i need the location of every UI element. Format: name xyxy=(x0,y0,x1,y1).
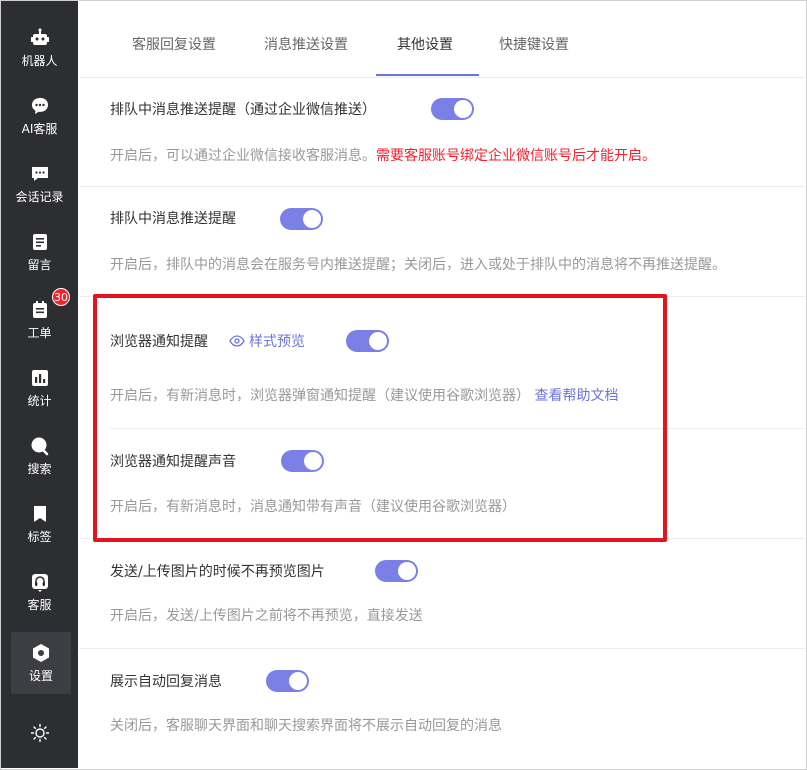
no-preview-image-desc: 开启后，发送/上传图片之前将不再预览，直接发送 xyxy=(110,608,423,624)
sidebar-item-notes[interactable]: 留言 xyxy=(1,221,78,283)
sidebar-item-label: 设置 xyxy=(28,668,53,683)
sidebar-item-tags[interactable]: 标签 xyxy=(1,493,78,555)
headset-icon xyxy=(30,572,50,592)
browser-notify-title: 浏览器通知提醒 xyxy=(110,334,208,350)
show-auto-reply-desc: 关闭后，客服聊天界面和聊天搜索界面将不展示自动回复的消息 xyxy=(110,718,502,734)
sidebar-item-records[interactable]: 会话记录 xyxy=(1,153,78,215)
sidebar-item-ai[interactable]: AI客服 xyxy=(1,85,78,147)
queue-push-title: 排队中消息推送提醒 xyxy=(110,211,236,227)
style-preview-label: 样式预览 xyxy=(249,334,305,350)
queue-wechat-title: 排队中消息推送提醒（通过企业微信推送） xyxy=(110,102,376,118)
search-icon xyxy=(30,436,50,456)
sidebar-item-label: 标签 xyxy=(27,529,52,544)
sun-icon[interactable] xyxy=(30,723,50,743)
queue-wechat-desc: 开启后，可以通过企业微信接收客服消息。需要客服账号绑定企业微信账号后才能开启。 xyxy=(110,145,656,165)
divider xyxy=(110,428,805,429)
no-preview-image-title: 发送/上传图片的时候不再预览图片 xyxy=(110,564,325,580)
help-doc-link[interactable]: 查看帮助文档 xyxy=(534,388,618,404)
ticket-icon xyxy=(30,300,50,320)
sidebar-item-label: 会话记录 xyxy=(15,189,64,204)
show-auto-reply-title: 展示自动回复消息 xyxy=(110,674,222,690)
sidebar-item-search[interactable]: 搜索 xyxy=(1,425,78,487)
queue-push-desc: 开启后，排队中的消息会在服务号内推送提醒；关闭后，进入或处于排队中的消息将不再推… xyxy=(110,257,726,273)
sidebar-item-label: 留言 xyxy=(27,257,52,272)
sidebar-item-stats[interactable]: 统计 xyxy=(1,357,78,419)
chat-bubble-icon xyxy=(30,96,50,116)
bookmark-icon xyxy=(30,504,50,524)
divider xyxy=(79,648,805,649)
no-preview-image-switch[interactable] xyxy=(375,560,418,582)
sidebar-item-label: AI客服 xyxy=(21,121,58,136)
divider xyxy=(79,538,805,539)
sidebar: 机器人 AI客服 会话记录 留言 30 工单 统计 搜索 标签 客服 设置 xyxy=(1,1,78,768)
eye-icon xyxy=(229,335,245,347)
show-auto-reply-switch[interactable] xyxy=(266,670,309,692)
queue-wechat-warning: 需要客服账号绑定企业微信账号后才能开启。 xyxy=(376,148,656,164)
browser-notify-desc-text: 开启后，有新消息时，浏览器弹窗通知提醒（建议使用谷歌浏览器） xyxy=(110,388,530,404)
note-icon xyxy=(30,232,50,252)
sidebar-item-label: 工单 xyxy=(27,325,52,340)
active-tab-indicator xyxy=(376,74,479,76)
sidebar-item-label: 机器人 xyxy=(21,53,58,68)
ticket-count-badge: 30 xyxy=(52,288,70,306)
tab-reply-settings[interactable]: 客服回复设置 xyxy=(132,34,216,54)
browser-notify-switch[interactable] xyxy=(346,330,389,352)
sidebar-item-settings[interactable]: 设置 xyxy=(11,632,71,694)
bar-chart-icon xyxy=(30,368,50,388)
browser-sound-desc: 开启后，有新消息时，消息通知带有声音（建议使用谷歌浏览器） xyxy=(110,499,516,515)
sidebar-item-label: 搜索 xyxy=(27,461,52,476)
divider xyxy=(79,296,805,297)
browser-sound-title: 浏览器通知提醒声音 xyxy=(110,454,236,470)
browser-sound-switch[interactable] xyxy=(281,450,324,472)
queue-wechat-desc-text: 开启后，可以通过企业微信接收客服消息。 xyxy=(110,148,376,164)
style-preview-link[interactable]: 样式预览 xyxy=(229,331,305,351)
message-records-icon xyxy=(30,164,50,184)
settings-hex-icon xyxy=(31,643,51,663)
sidebar-item-robot[interactable]: 机器人 xyxy=(1,17,78,79)
browser-notify-desc: 开启后，有新消息时，浏览器弹窗通知提醒（建议使用谷歌浏览器） 查看帮助文档 xyxy=(110,385,618,405)
divider xyxy=(79,186,805,187)
settings-tabs: 客服回复设置 消息推送设置 其他设置 快捷键设置 xyxy=(79,1,805,78)
tab-shortcut-settings[interactable]: 快捷键设置 xyxy=(499,34,569,54)
sidebar-item-label: 客服 xyxy=(27,597,52,612)
sidebar-item-tickets[interactable]: 30 工单 xyxy=(1,288,78,351)
tab-push-settings[interactable]: 消息推送设置 xyxy=(264,34,348,54)
queue-wechat-switch[interactable] xyxy=(431,98,474,120)
sidebar-item-label: 统计 xyxy=(27,393,52,408)
robot-icon xyxy=(30,28,50,48)
queue-push-switch[interactable] xyxy=(280,208,323,230)
sidebar-item-agents[interactable]: 客服 xyxy=(1,561,78,623)
tab-other-settings[interactable]: 其他设置 xyxy=(397,34,453,54)
